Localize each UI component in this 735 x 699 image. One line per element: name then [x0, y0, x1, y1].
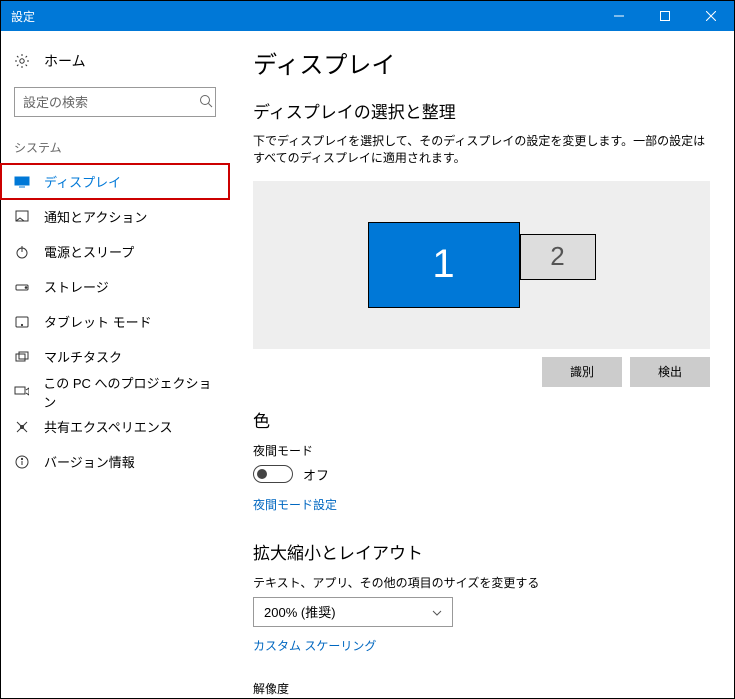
multitask-icon	[14, 351, 30, 362]
night-mode-toggle[interactable]	[253, 465, 293, 483]
sidebar-item-notifications[interactable]: 通知とアクション	[1, 199, 229, 234]
sidebar-item-projection[interactable]: この PC へのプロジェクション	[1, 374, 229, 409]
monitor-icon	[14, 176, 30, 188]
sidebar-item-storage[interactable]: ストレージ	[1, 269, 229, 304]
sidebar-item-label: 通知とアクション	[44, 207, 147, 226]
minimize-button[interactable]	[596, 1, 642, 31]
identify-button[interactable]: 識別	[542, 357, 622, 387]
scale-value: 200% (推奨)	[264, 602, 336, 621]
sidebar-item-label: 共有エクスペリエンス	[44, 417, 172, 436]
projection-icon	[14, 386, 29, 398]
scale-select[interactable]: 200% (推奨)	[253, 597, 453, 627]
display-arrangement[interactable]: 1 2	[253, 181, 710, 349]
notification-icon	[14, 210, 30, 224]
sidebar-item-label: ディスプレイ	[44, 172, 121, 191]
search-icon	[199, 94, 213, 111]
sidebar-item-label: 電源とスリープ	[44, 242, 134, 261]
sidebar: ホーム システム ディスプレイ 通知とアクション 電源とスリープ	[1, 31, 229, 698]
sidebar-item-label: ストレージ	[44, 277, 109, 296]
sidebar-item-label: バージョン情報	[44, 452, 135, 471]
tablet-icon	[14, 316, 30, 328]
sidebar-item-label: タブレット モード	[44, 312, 152, 331]
custom-scaling-link[interactable]: カスタム スケーリング	[253, 637, 376, 654]
sidebar-item-shared[interactable]: 共有エクスペリエンス	[1, 409, 229, 444]
arrange-description: 下でディスプレイを選択して、そのディスプレイの設定を変更します。一部の設定はすべ…	[253, 133, 710, 167]
chevron-down-icon	[432, 604, 442, 619]
info-icon	[14, 455, 30, 469]
sidebar-item-power[interactable]: 電源とスリープ	[1, 234, 229, 269]
resolution-label: 解像度	[253, 680, 710, 697]
search-input[interactable]	[23, 95, 199, 110]
monitor-2[interactable]: 2	[520, 234, 596, 280]
sidebar-item-about[interactable]: バージョン情報	[1, 444, 229, 479]
arrange-heading: ディスプレイの選択と整理	[253, 98, 710, 123]
share-icon	[14, 420, 30, 434]
section-label: システム	[1, 131, 229, 162]
close-button[interactable]	[688, 1, 734, 31]
sidebar-item-tablet[interactable]: タブレット モード	[1, 304, 229, 339]
content: ディスプレイ ディスプレイの選択と整理 下でディスプレイを選択して、そのディスプ…	[229, 31, 734, 698]
storage-icon	[14, 282, 30, 292]
gear-icon	[14, 53, 30, 69]
scale-label: テキスト、アプリ、その他の項目のサイズを変更する	[253, 574, 710, 591]
home-button[interactable]: ホーム	[1, 45, 229, 81]
search-box[interactable]	[14, 87, 216, 117]
home-label: ホーム	[44, 51, 86, 71]
detect-button[interactable]: 検出	[630, 357, 710, 387]
monitor-1[interactable]: 1	[368, 222, 520, 308]
scale-heading: 拡大縮小とレイアウト	[253, 539, 710, 564]
toggle-state: オフ	[303, 465, 329, 484]
page-title: ディスプレイ	[253, 45, 710, 80]
titlebar: 設定	[1, 1, 734, 31]
power-icon	[14, 245, 30, 259]
sidebar-item-multitask[interactable]: マルチタスク	[1, 339, 229, 374]
night-mode-label: 夜間モード	[253, 442, 710, 459]
sidebar-item-display[interactable]: ディスプレイ	[1, 164, 229, 199]
sidebar-item-label: マルチタスク	[44, 347, 122, 366]
sidebar-item-label: この PC へのプロジェクション	[43, 373, 216, 411]
maximize-button[interactable]	[642, 1, 688, 31]
color-heading: 色	[253, 407, 710, 432]
window-title: 設定	[11, 8, 35, 25]
night-mode-settings-link[interactable]: 夜間モード設定	[253, 496, 337, 513]
